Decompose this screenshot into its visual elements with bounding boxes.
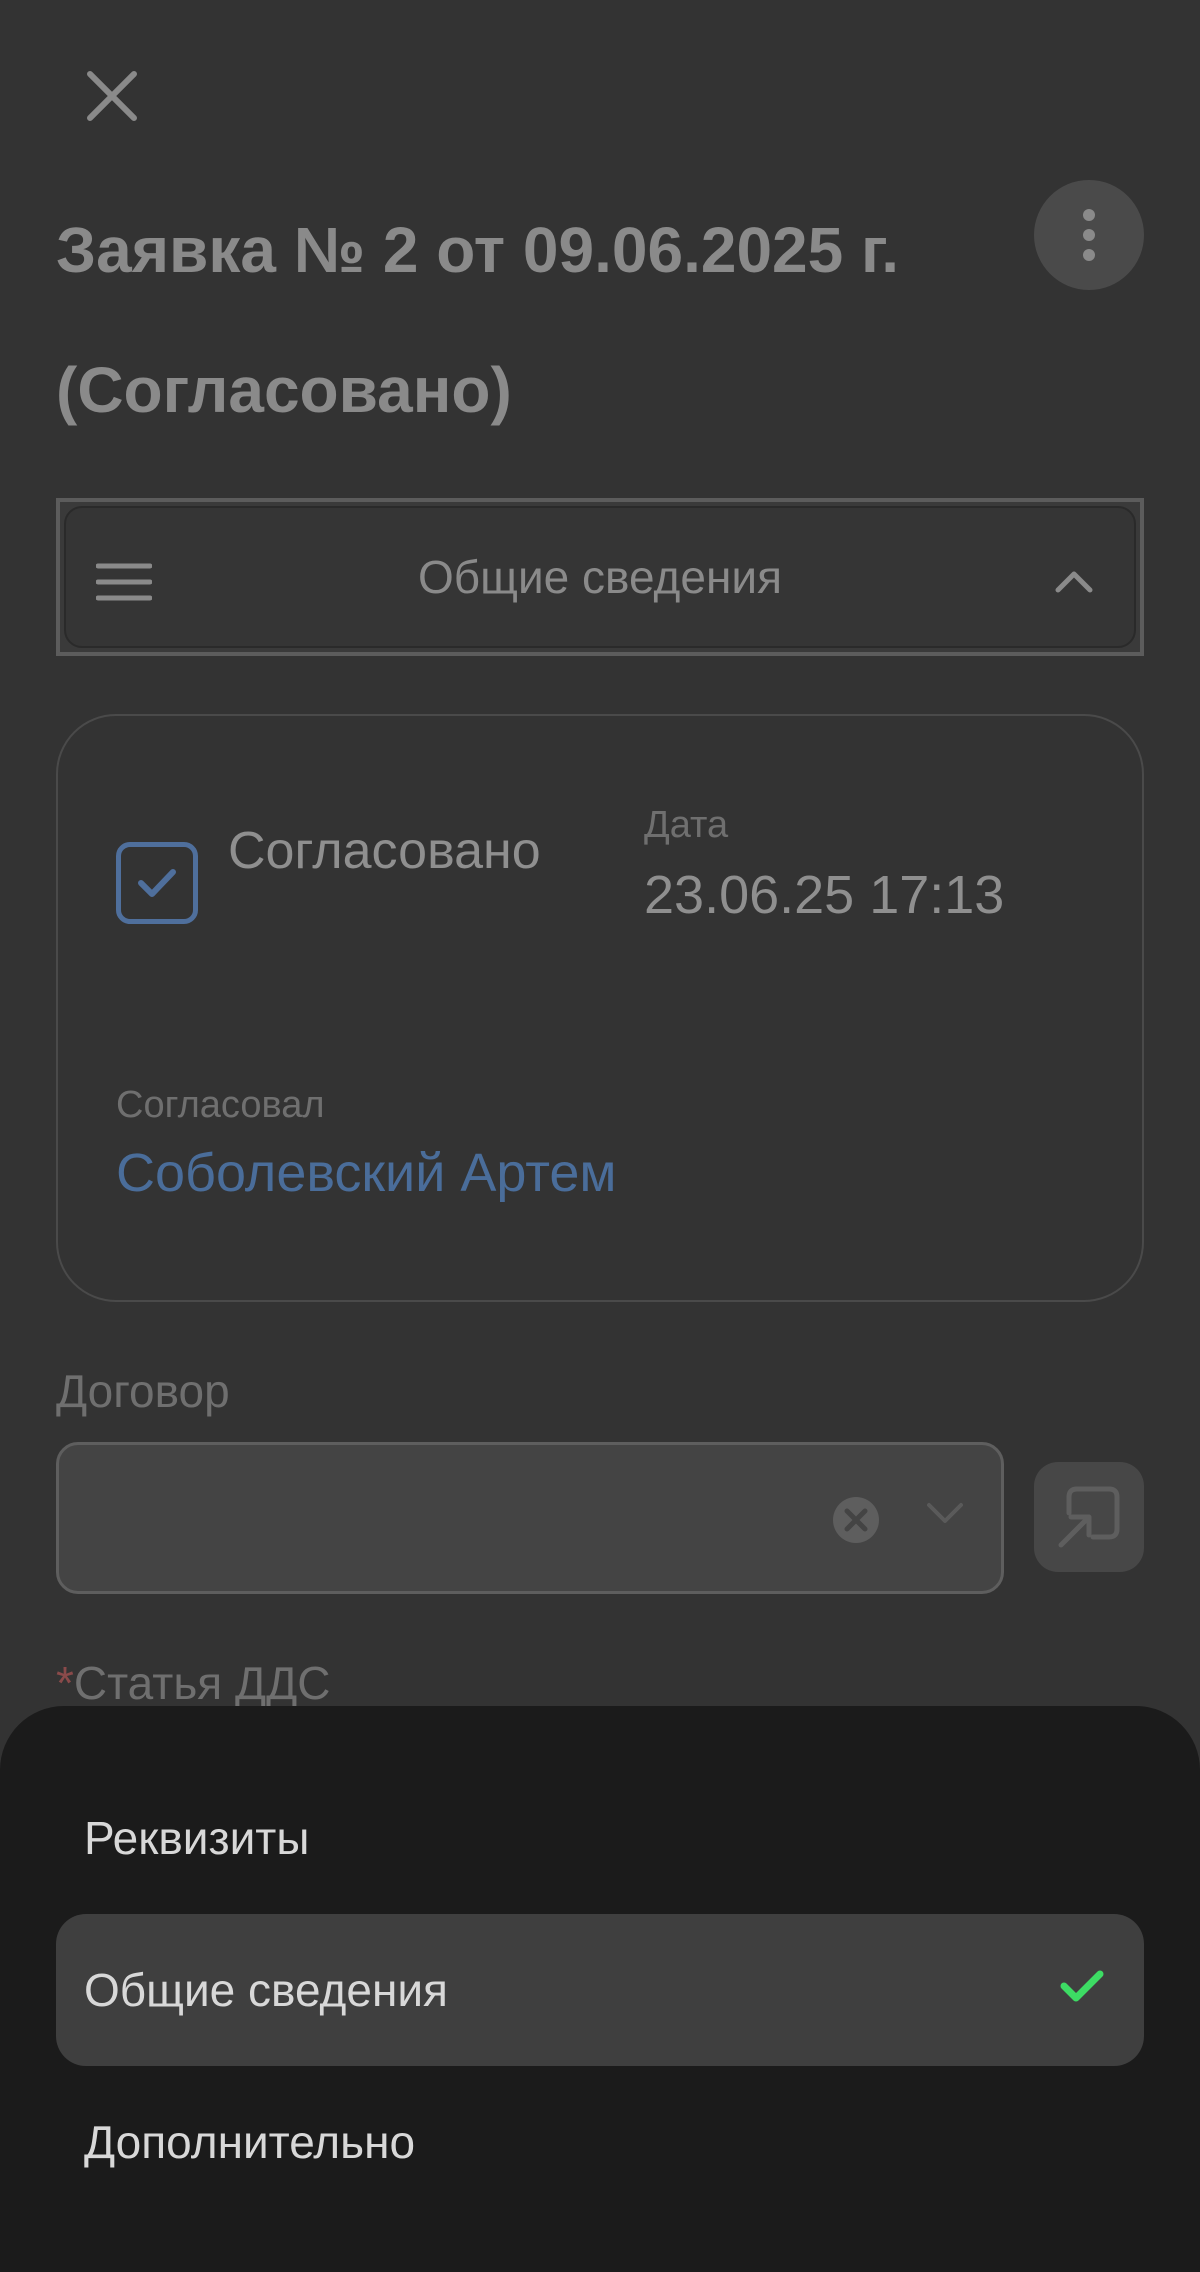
date-caption: Дата xyxy=(644,804,729,846)
section-selector-label: Общие сведения xyxy=(418,551,782,603)
menu-icon xyxy=(96,563,152,601)
more-vertical-icon xyxy=(1083,209,1095,261)
option-label: Реквизиты xyxy=(84,1812,310,1864)
dds-label-text: Статья ДДС xyxy=(73,1657,331,1709)
chevron-up-icon xyxy=(1055,571,1093,593)
date-value: 23.06.25 17:13 xyxy=(644,865,1005,925)
approver-link[interactable]: Соболевский Артем xyxy=(116,1142,617,1204)
request-screen: Заявка № 2 от 09.06.2025 г. (Согласовано… xyxy=(0,0,1200,2272)
more-options-button[interactable] xyxy=(1034,180,1144,290)
section-bottom-sheet: Реквизиты Общие сведения Дополнительно xyxy=(0,1706,1200,2272)
close-icon xyxy=(87,71,137,121)
open-in-new-icon xyxy=(1058,1486,1120,1548)
approved-checkbox[interactable] xyxy=(116,842,198,924)
sheet-option-general[interactable]: Общие сведения xyxy=(56,1914,1144,2066)
option-label: Общие сведения xyxy=(84,1964,448,2016)
check-icon xyxy=(138,869,176,897)
approval-card: Согласовано Дата 23.06.25 17:13 Согласов… xyxy=(56,714,1144,1302)
option-label: Дополнительно xyxy=(84,2116,416,2168)
section-selector[interactable]: Общие сведения xyxy=(56,498,1144,656)
sheet-option-additional[interactable]: Дополнительно xyxy=(56,2066,1144,2218)
approver-caption: Согласовал xyxy=(116,1084,325,1126)
approved-label: Согласовано xyxy=(228,822,541,880)
page-title: Заявка № 2 от 09.06.2025 г. (Согласовано… xyxy=(56,214,900,426)
close-button[interactable] xyxy=(78,62,146,130)
chevron-down-icon[interactable] xyxy=(925,1501,965,1527)
contract-select[interactable] xyxy=(56,1442,1004,1594)
open-contract-button[interactable] xyxy=(1034,1462,1144,1572)
contract-label: Договор xyxy=(56,1365,230,1417)
required-mark: * xyxy=(56,1657,74,1709)
section-selector-inner[interactable]: Общие сведения xyxy=(64,506,1136,648)
clear-icon[interactable] xyxy=(831,1495,881,1545)
sheet-option-rekvizity[interactable]: Реквизиты xyxy=(56,1762,1144,1914)
dds-label: *Статья ДДС xyxy=(56,1656,331,1710)
check-icon xyxy=(1060,1970,1104,2002)
